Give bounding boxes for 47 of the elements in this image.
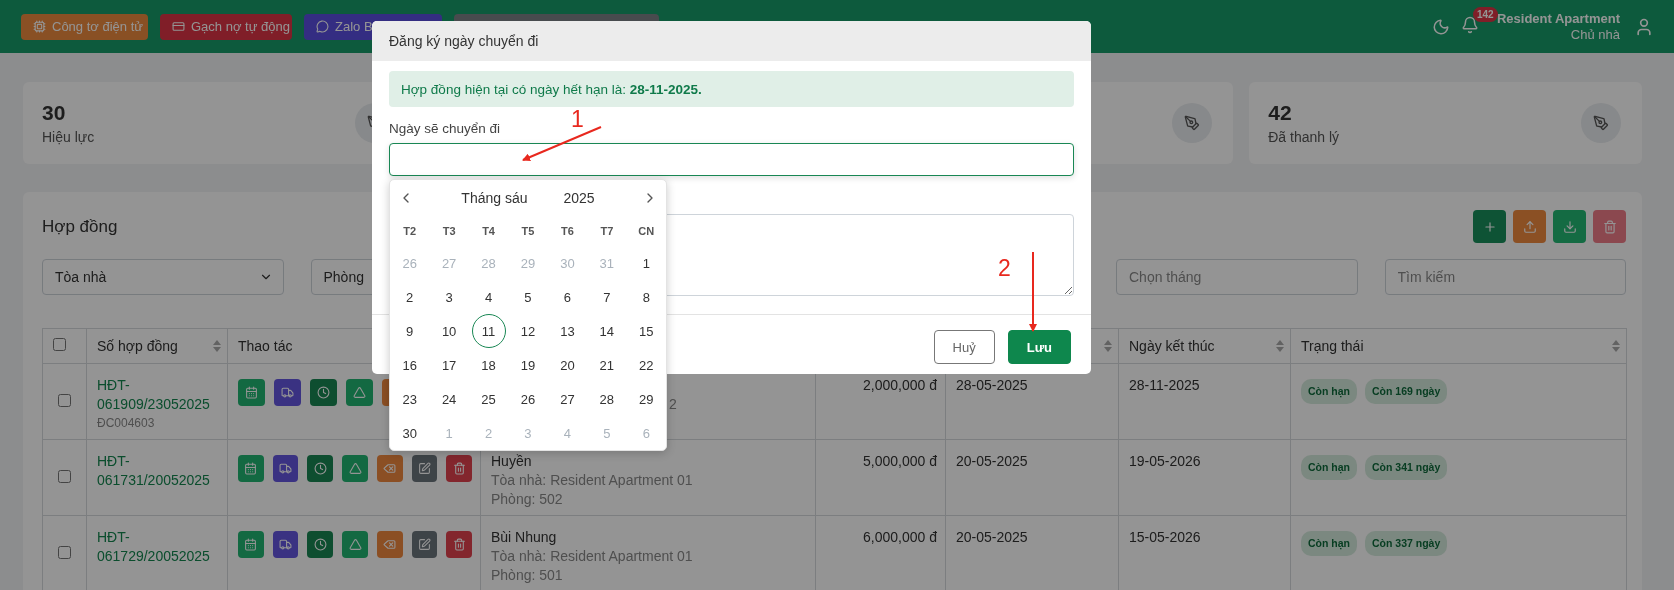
- stat-value: 30: [42, 101, 67, 125]
- stat-value: 42: [1268, 101, 1293, 125]
- notification-count: 142: [1472, 6, 1498, 22]
- column-header: Số hợp đồng: [97, 338, 178, 354]
- status-tag: Còn hạn: [1301, 379, 1357, 404]
- modal-title: Đăng ký ngày chuyển đi: [389, 33, 539, 49]
- user-role: Chủ nhà: [1570, 26, 1620, 43]
- status-tag: Còn 337 ngày: [1365, 531, 1448, 556]
- amount-text: 5,000,000 đ: [863, 453, 937, 469]
- field-label: Ngày sẽ chuyển đi: [389, 121, 502, 136]
- contract-code: ĐC004603: [97, 415, 156, 432]
- weekday-label: T5: [520, 224, 536, 239]
- tenant-detail: Tòa nhà: Resident Apartment 01: [491, 547, 694, 566]
- status-tag: Còn 169 ngày: [1365, 379, 1448, 404]
- status-tag: Còn hạn: [1301, 455, 1357, 480]
- tenant-name: Huyền: [491, 452, 533, 471]
- end-date: 19-05-2026: [1129, 453, 1201, 469]
- weekday-label: T3: [441, 224, 457, 239]
- status-tag: Còn hạn: [1301, 531, 1357, 556]
- weekday-label: T7: [599, 224, 615, 239]
- tenant-detail: Phòng: 501: [491, 566, 564, 585]
- weekday-label: T6: [560, 224, 575, 239]
- column-header: Trạng thái: [1301, 338, 1364, 354]
- start-date: 28-05-2025: [956, 377, 1028, 393]
- weekday-label: T4: [481, 224, 496, 239]
- end-date: 28-11-2025: [1129, 377, 1200, 393]
- start-date: 20-05-2025: [956, 453, 1028, 469]
- start-date: 20-05-2025: [956, 529, 1028, 545]
- column-header: Thao tác: [238, 338, 293, 354]
- tenant-detail: Tòa nhà: Resident Apartment 01: [491, 471, 694, 490]
- annotation-number: 1: [571, 106, 584, 133]
- end-date: 15-05-2026: [1129, 529, 1201, 545]
- weekday-label: T2: [402, 224, 418, 239]
- user-name: Resident Apartment: [1496, 10, 1620, 27]
- status-tag: Còn 341 ngày: [1365, 455, 1448, 480]
- notice-alert: Hợp đồng hiện tại có ngày hết hạn là: 28-11-2025.: [389, 71, 1074, 107]
- stat-label: Đã thanh lý: [1268, 129, 1341, 145]
- panel-title: Hợp đồng: [42, 216, 118, 237]
- tenant-detail: 2: [669, 396, 677, 412]
- amount-text: 2,000,000 đ: [863, 377, 937, 393]
- weekday-label: CN: [637, 224, 656, 239]
- amount-text: 6,000,000 đ: [863, 529, 937, 545]
- annotation-number: 2: [998, 255, 1011, 282]
- tenant-detail: Phòng: 502: [491, 490, 564, 509]
- stat-label: Hiệu lực: [42, 129, 96, 145]
- column-header: Ngày kết thúc: [1129, 338, 1215, 354]
- tenant-name: Bùi Nhung: [491, 528, 558, 547]
